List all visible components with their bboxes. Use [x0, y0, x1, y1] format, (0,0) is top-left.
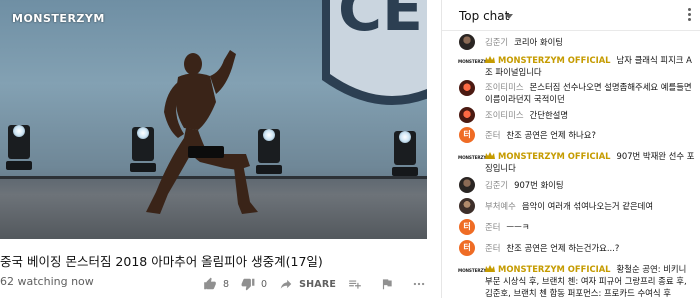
avatar — [459, 107, 475, 123]
message-text: 907번 화이팅 — [514, 180, 564, 190]
video-actions: 8 0 SHARE — [203, 276, 444, 292]
chat-header: Top chat — [442, 0, 700, 31]
share-button[interactable]: SHARE — [279, 277, 336, 291]
stage-light — [6, 120, 32, 170]
author-name: 조이티미스 — [485, 82, 524, 92]
playlist-add-icon — [349, 280, 361, 289]
crown-icon — [485, 56, 495, 63]
more-horizontal-icon — [413, 282, 425, 286]
author-name: 조이티미스 — [485, 110, 524, 120]
message-text: 간단한설명 — [529, 110, 569, 120]
avatar — [459, 34, 475, 50]
author-name: MONSTERZYM OFFICIAL — [498, 151, 611, 161]
author-name: 준터 — [485, 243, 501, 253]
save-to-playlist-button[interactable] — [348, 277, 368, 291]
thumbs-down-icon — [241, 278, 255, 291]
message-text: 코리아 화이팅 — [514, 37, 564, 47]
author-name: MONSTERZYM OFFICIAL — [498, 264, 611, 274]
chat-mode-dropdown[interactable]: Top chat — [459, 9, 509, 23]
viewer-count: 62 watching now — [0, 275, 94, 288]
report-button[interactable] — [380, 277, 400, 291]
avatar: 터 — [459, 240, 475, 256]
live-chat-panel: Top chat 김준기 코리아 화이팅 MONSTERZYM MONSTERZY… — [441, 0, 700, 298]
flag-icon — [382, 279, 392, 290]
svg-text:CE: CE — [338, 0, 423, 45]
author-name: 김준기 — [485, 37, 509, 47]
dislike-button[interactable]: 0 — [241, 277, 267, 291]
dislike-count: 0 — [261, 278, 268, 290]
message-text: 찬조 공연은 언제 하나요? — [506, 130, 596, 140]
athlete-figure — [146, 50, 258, 214]
author-name: 준터 — [485, 130, 501, 140]
event-logo-backdrop: CE — [322, 0, 427, 105]
like-button[interactable]: 8 — [203, 277, 229, 291]
avatar — [459, 177, 475, 193]
avatar: 터 — [459, 127, 475, 143]
message-text: 음악이 여러개 섞여나오는거 같은데여 — [521, 201, 654, 211]
video-player[interactable]: CE MONSTERZYM — [0, 0, 427, 239]
video-title: 중국 베이징 몬스터짐 2018 아마추어 올림피아 생중계(17일) — [0, 254, 323, 269]
avatar — [459, 80, 475, 96]
like-count: 8 — [223, 278, 230, 290]
channel-logo: MONSTERZYM — [458, 155, 491, 160]
author-name: MONSTERZYM OFFICIAL — [498, 55, 611, 65]
author-name: 부처예수 — [485, 201, 516, 211]
channel-logo: MONSTERZYM — [458, 268, 491, 273]
thumbs-up-icon — [204, 277, 216, 290]
more-vertical-icon[interactable] — [687, 8, 691, 24]
avatar: 터 — [459, 219, 475, 235]
channel-logo: MONSTERZYM — [458, 59, 491, 64]
author-name: 김준기 — [485, 180, 509, 190]
message-text: ㅡㅡㅋ — [506, 222, 530, 232]
live-stream-page: CE MONSTERZYM 중국 베이징 몬스터짐 2018 아마추어 올림피아… — [0, 0, 700, 298]
share-label: SHARE — [299, 278, 337, 290]
author-name: 준터 — [485, 222, 501, 232]
share-arrow-icon — [280, 279, 292, 289]
avatar — [459, 198, 475, 214]
chevron-down-icon[interactable] — [505, 14, 513, 19]
more-actions-button[interactable] — [412, 277, 432, 291]
stage-light — [392, 126, 418, 176]
channel-watermark: MONSTERZYM — [12, 12, 105, 25]
crown-icon — [485, 265, 495, 272]
message-text: 찬조 공연은 언제 하는건가요...? — [506, 243, 620, 253]
crown-icon — [485, 152, 495, 159]
